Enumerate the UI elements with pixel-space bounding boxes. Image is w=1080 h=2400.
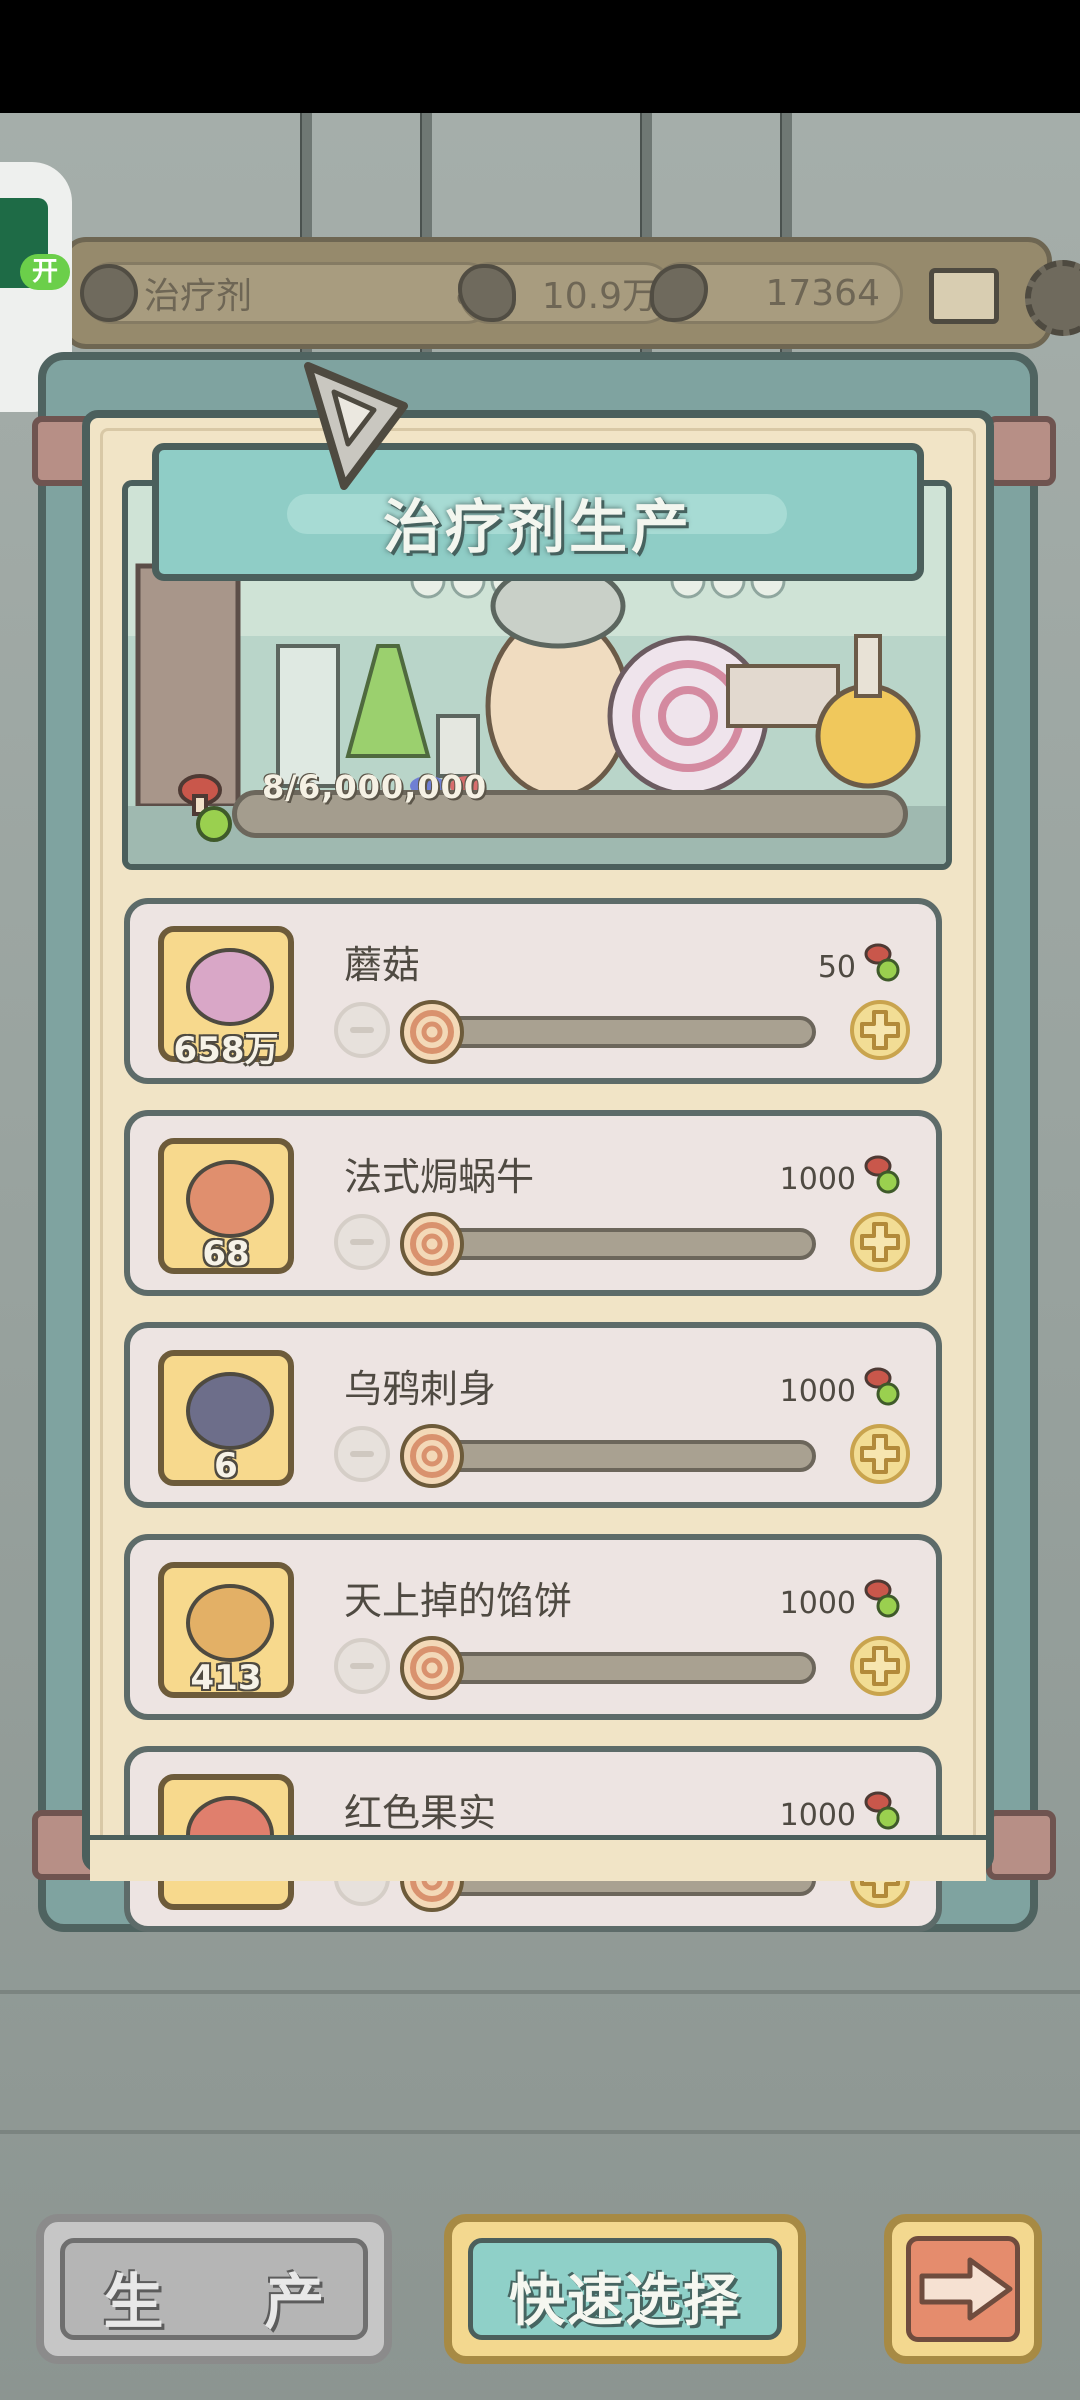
quantity-slider[interactable] (422, 1440, 816, 1472)
item-cost: 1000 (779, 1374, 856, 1409)
quantity-slider[interactable] (422, 1228, 816, 1260)
production-progress-text: 8/6,000,000 (262, 768, 488, 806)
item-count: 658万 (173, 1030, 279, 1070)
resource-bar: 治疗剂 8 10.9万 17364 (62, 237, 1080, 349)
item-count: 413 (190, 1658, 262, 1698)
increase-button[interactable] (850, 1636, 910, 1696)
increase-button[interactable] (850, 1000, 910, 1060)
list-item[interactable]: 6 乌鸦刺身 1000 (124, 1322, 942, 1508)
panel-title: 治疗剂生产 (382, 493, 693, 561)
open-badge: 开 (20, 254, 70, 290)
gem-resource[interactable]: 17364 (650, 262, 903, 324)
increase-button[interactable] (850, 1424, 910, 1484)
next-arrow-icon (919, 2257, 1013, 2321)
back-arrow-icon[interactable] (300, 358, 412, 498)
floor-line (0, 1990, 1080, 1994)
quantity-slider[interactable] (422, 1652, 816, 1684)
slider-knob[interactable] (398, 1634, 466, 1702)
coin-resource[interactable]: 10.9万 (458, 262, 675, 324)
decrease-button[interactable] (334, 1638, 390, 1694)
quick-select-button-label: 快速选择 (509, 2269, 741, 2334)
next-button[interactable] (884, 2214, 1042, 2364)
coin-icon (458, 264, 516, 322)
mail-icon[interactable] (929, 268, 999, 324)
frame-corner (986, 1810, 1056, 1880)
potion-icon (864, 1579, 900, 1618)
currency-1: 10.9万 (541, 276, 658, 317)
decrease-button[interactable] (334, 1002, 390, 1058)
slider-knob[interactable] (398, 1210, 466, 1278)
decrease-button[interactable] (334, 1426, 390, 1482)
potion-icon (864, 1791, 900, 1830)
quick-select-button[interactable]: 快速选择 (444, 2214, 806, 2364)
quantity-slider[interactable] (422, 1016, 816, 1048)
produce-button-label: 生 产 (103, 2268, 365, 2338)
item-cost: 1000 (779, 1798, 856, 1833)
item-name: 乌鸦刺身 (344, 1367, 497, 1411)
plus-icon (860, 1646, 900, 1686)
list-item[interactable]: 658万 蘑菇 50 (124, 898, 942, 1084)
item-count: 6 (214, 1446, 238, 1486)
plus-icon (860, 1434, 900, 1474)
item-cost: 1000 (779, 1586, 856, 1621)
item-cost: 1000 (779, 1162, 856, 1197)
floor-line (0, 2130, 1080, 2134)
potion-icon (80, 264, 138, 322)
potion-icon (864, 943, 900, 982)
plus-icon (860, 1222, 900, 1262)
potion-icon (864, 1155, 900, 1194)
title-banner: 治疗剂生产 (152, 443, 924, 581)
decrease-button[interactable] (334, 1214, 390, 1270)
gem-icon (650, 264, 708, 322)
potion-resource[interactable]: 治疗剂 8 (80, 262, 497, 324)
frame-corner (986, 416, 1056, 486)
list-item[interactable]: 413 天上掉的馅饼 1000 (124, 1534, 942, 1720)
item-name: 红色果实 (344, 1791, 497, 1835)
currency-2: 17364 (765, 272, 880, 314)
potion-icon (864, 1367, 900, 1406)
item-name: 蘑菇 (344, 943, 421, 987)
gear-icon[interactable] (1025, 260, 1080, 336)
increase-button[interactable] (850, 1212, 910, 1272)
item-count: 68 (202, 1234, 250, 1274)
slider-knob[interactable] (398, 1422, 466, 1490)
resource-name: 治疗剂 (144, 276, 253, 317)
produce-button[interactable]: 生 产 (36, 2214, 392, 2364)
list-item[interactable]: 68 法式焗蜗牛 1000 (124, 1110, 942, 1296)
item-name: 天上掉的馅饼 (344, 1579, 573, 1623)
item-cost: 50 (817, 950, 856, 985)
potion-icon (178, 774, 232, 842)
status-bar (0, 0, 1080, 113)
item-name: 法式焗蜗牛 (344, 1155, 535, 1199)
plus-icon (860, 1010, 900, 1050)
slider-knob[interactable] (398, 998, 466, 1066)
